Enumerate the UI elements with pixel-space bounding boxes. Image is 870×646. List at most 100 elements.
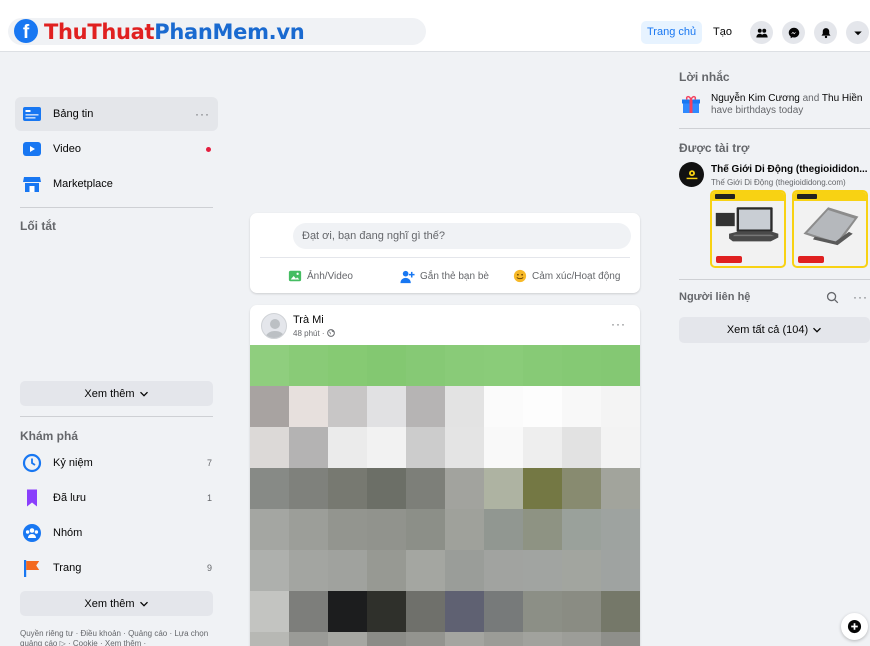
composer-input[interactable]: Đạt ơi, bạn đang nghĩ gì thế?	[293, 223, 631, 249]
mosaic-cell	[445, 550, 484, 591]
mosaic-row	[250, 345, 640, 386]
laptop-icon	[715, 207, 779, 242]
notifications-button[interactable]	[814, 21, 837, 44]
messenger-button[interactable]	[782, 21, 805, 44]
mosaic-cell	[523, 468, 562, 509]
feeling-activity-button[interactable]: Cảm xúc/Hoạt động	[513, 265, 620, 287]
mosaic-row	[250, 468, 640, 509]
photo-icon	[288, 270, 302, 282]
post-time-label: 48 phút ·	[293, 329, 325, 338]
mosaic-cell	[523, 632, 562, 646]
contacts-more-options-icon[interactable]: ···	[853, 290, 868, 304]
search-contacts-icon[interactable]	[826, 291, 839, 304]
mosaic-cell	[289, 591, 328, 632]
see-more-label: Xem thêm	[84, 387, 135, 400]
mosaic-cell	[250, 386, 289, 427]
mosaic-cell	[250, 468, 289, 509]
chevron-down-icon	[139, 391, 148, 397]
sidebar-item-pages[interactable]: Trang 9	[15, 551, 218, 585]
mosaic-cell	[601, 632, 640, 646]
mosaic-cell	[250, 427, 289, 468]
footer-links[interactable]: Quyền riêng tư · Điều khoản · Quảng cáo …	[20, 629, 220, 646]
mosaic-cell	[328, 632, 367, 646]
mosaic-cell	[328, 345, 367, 386]
item-count: 9	[206, 563, 212, 573]
see-more-label: Xem thêm	[84, 597, 135, 610]
notification-dot	[206, 146, 211, 152]
item-count: 1	[206, 493, 212, 503]
sponsor-logo[interactable]	[679, 162, 704, 187]
mosaic-cell	[562, 345, 601, 386]
see-more-explore-button[interactable]: Xem thêm	[20, 591, 213, 616]
sidebar-item-video[interactable]: Video	[15, 132, 218, 166]
post-more-options-icon[interactable]: ···	[611, 317, 626, 331]
sidebar-item-label: Marketplace	[53, 178, 113, 190]
ad-price-tag	[798, 256, 824, 263]
sidebar-item-marketplace[interactable]: Marketplace	[15, 167, 218, 201]
mosaic-cell	[562, 509, 601, 550]
mosaic-cell	[406, 468, 445, 509]
photo-video-button[interactable]: Ảnh/Video	[288, 265, 353, 287]
messenger-icon	[788, 27, 799, 38]
post-composer: Đạt ơi, bạn đang nghĩ gì thế? Ảnh/Video …	[250, 213, 640, 293]
more-options-icon[interactable]: ···	[195, 107, 210, 121]
mosaic-row	[250, 509, 640, 550]
mosaic-cell	[484, 509, 523, 550]
mosaic-cell	[484, 591, 523, 632]
gift-icon	[681, 94, 701, 114]
sponsor-name[interactable]: Thế Giới Di Động (thegioididon...	[711, 164, 868, 175]
facebook-logo-icon[interactable]: f	[14, 19, 38, 43]
sponsor-url[interactable]: Thế Giới Di Động (thegioididong.com)	[711, 178, 846, 187]
ad-image-1[interactable]	[710, 190, 786, 268]
sidebar-item-label: Bảng tin	[53, 108, 94, 120]
nav-home-button[interactable]: Trang chủ	[641, 21, 703, 44]
mosaic-cell	[523, 550, 562, 591]
sponsored-title: Được tài trợ	[679, 141, 750, 155]
mosaic-cell	[601, 550, 640, 591]
mosaic-cell	[484, 345, 523, 386]
avatar[interactable]	[261, 313, 287, 339]
post-image[interactable]	[250, 345, 640, 646]
sidebar-item-groups[interactable]: Nhóm	[15, 516, 218, 550]
post-author[interactable]: Trà Mi	[293, 314, 324, 326]
marketplace-icon	[22, 174, 42, 194]
see-all-contacts-button[interactable]: Xem tất cả (104)	[679, 317, 870, 343]
sidebar-item-memories[interactable]: Kỷ niệm 7	[15, 446, 218, 480]
video-icon	[22, 139, 42, 159]
smiley-icon	[513, 269, 527, 283]
birthday-reminder[interactable]: Nguyễn Kim Cương and Thu Hiền have birth…	[711, 93, 862, 117]
mosaic-cell	[562, 427, 601, 468]
ad-image-2[interactable]	[792, 190, 868, 268]
divider	[20, 207, 213, 208]
mosaic-cell	[562, 632, 601, 646]
mosaic-cell	[601, 468, 640, 509]
mosaic-cell	[367, 632, 406, 646]
mosaic-cell	[406, 386, 445, 427]
mosaic-cell	[562, 386, 601, 427]
mosaic-cell	[562, 550, 601, 591]
sidebar-item-news-feed[interactable]: Bảng tin ···	[15, 97, 218, 131]
mosaic-cell	[367, 427, 406, 468]
mosaic-cell	[328, 468, 367, 509]
account-menu-button[interactable]	[846, 21, 869, 44]
mosaic-cell	[289, 509, 328, 550]
bell-icon	[821, 27, 830, 38]
post-timestamp[interactable]: 48 phút ·	[293, 329, 335, 338]
see-more-button[interactable]: Xem thêm	[20, 381, 213, 406]
chevron-down-icon	[139, 601, 148, 607]
sidebar-item-saved[interactable]: Đã lưu 1	[15, 481, 218, 515]
ad-price-tag	[716, 256, 742, 263]
friends-button[interactable]	[750, 21, 773, 44]
mosaic-cell	[367, 345, 406, 386]
tag-friends-button[interactable]: Gắn thẻ bạn bè	[400, 265, 489, 287]
new-message-button[interactable]	[841, 613, 868, 640]
nav-create-button[interactable]: Tạo	[707, 21, 738, 44]
brand-part-2: PhanMem.vn	[154, 20, 305, 44]
divider	[679, 279, 870, 280]
mosaic-cell	[367, 550, 406, 591]
tag-friends-icon	[400, 270, 415, 283]
sponsor-logo-icon	[686, 169, 697, 179]
photo-video-label: Ảnh/Video	[307, 270, 353, 282]
mosaic-cell	[601, 509, 640, 550]
groups-icon	[22, 523, 42, 543]
